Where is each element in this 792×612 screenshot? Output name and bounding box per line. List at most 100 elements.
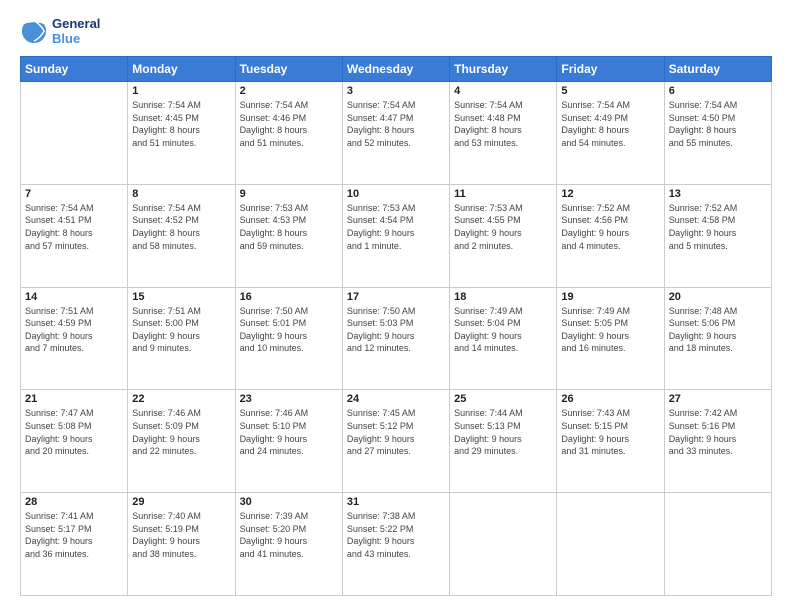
day-number: 4 <box>454 85 552 97</box>
day-number: 3 <box>347 85 445 97</box>
day-number: 26 <box>561 393 659 405</box>
day-info: Sunrise: 7:50 AMSunset: 5:01 PMDaylight:… <box>240 305 338 355</box>
logo-text: General Blue <box>52 16 100 46</box>
day-number: 21 <box>25 393 123 405</box>
week-row-1: 1 Sunrise: 7:54 AMSunset: 4:45 PMDaylight… <box>21 82 772 185</box>
day-info: Sunrise: 7:54 AMSunset: 4:50 PMDaylight:… <box>669 99 767 149</box>
calendar-cell: 28 Sunrise: 7:41 AMSunset: 5:17 PMDayligh… <box>21 493 128 596</box>
day-number: 9 <box>240 188 338 200</box>
day-number: 19 <box>561 291 659 303</box>
calendar-cell <box>21 82 128 185</box>
calendar-cell: 20 Sunrise: 7:48 AMSunset: 5:06 PMDayligh… <box>664 287 771 390</box>
day-info: Sunrise: 7:49 AMSunset: 5:04 PMDaylight:… <box>454 305 552 355</box>
weekday-header-monday: Monday <box>128 57 235 82</box>
day-info: Sunrise: 7:39 AMSunset: 5:20 PMDaylight:… <box>240 510 338 560</box>
calendar-cell: 15 Sunrise: 7:51 AMSunset: 5:00 PMDayligh… <box>128 287 235 390</box>
day-info: Sunrise: 7:52 AMSunset: 4:58 PMDaylight:… <box>669 202 767 252</box>
day-number: 24 <box>347 393 445 405</box>
calendar-cell <box>450 493 557 596</box>
calendar-cell: 1 Sunrise: 7:54 AMSunset: 4:45 PMDaylight… <box>128 82 235 185</box>
calendar-cell: 3 Sunrise: 7:54 AMSunset: 4:47 PMDaylight… <box>342 82 449 185</box>
day-number: 29 <box>132 496 230 508</box>
day-number: 5 <box>561 85 659 97</box>
day-number: 16 <box>240 291 338 303</box>
calendar-cell: 12 Sunrise: 7:52 AMSunset: 4:56 PMDayligh… <box>557 184 664 287</box>
weekday-header-wednesday: Wednesday <box>342 57 449 82</box>
day-info: Sunrise: 7:54 AMSunset: 4:46 PMDaylight:… <box>240 99 338 149</box>
day-info: Sunrise: 7:54 AMSunset: 4:45 PMDaylight:… <box>132 99 230 149</box>
day-info: Sunrise: 7:43 AMSunset: 5:15 PMDaylight:… <box>561 407 659 457</box>
day-info: Sunrise: 7:42 AMSunset: 5:16 PMDaylight:… <box>669 407 767 457</box>
day-info: Sunrise: 7:40 AMSunset: 5:19 PMDaylight:… <box>132 510 230 560</box>
day-info: Sunrise: 7:49 AMSunset: 5:05 PMDaylight:… <box>561 305 659 355</box>
day-info: Sunrise: 7:53 AMSunset: 4:55 PMDaylight:… <box>454 202 552 252</box>
day-number: 12 <box>561 188 659 200</box>
weekday-header-thursday: Thursday <box>450 57 557 82</box>
calendar-cell: 9Sunrise: 7:53 AMSunset: 4:53 PMDaylight… <box>235 184 342 287</box>
logo: General Blue <box>20 16 100 46</box>
calendar-cell: 10 Sunrise: 7:53 AMSunset: 4:54 PMDayligh… <box>342 184 449 287</box>
week-row-4: 21Sunrise: 7:47 AMSunset: 5:08 PMDayligh… <box>21 390 772 493</box>
day-info: Sunrise: 7:54 AMSunset: 4:47 PMDaylight:… <box>347 99 445 149</box>
day-number: 17 <box>347 291 445 303</box>
day-info: Sunrise: 7:51 AMSunset: 4:59 PMDaylight:… <box>25 305 123 355</box>
calendar-cell: 27 Sunrise: 7:42 AMSunset: 5:16 PMDayligh… <box>664 390 771 493</box>
day-number: 27 <box>669 393 767 405</box>
day-info: Sunrise: 7:46 AMSunset: 5:10 PMDaylight:… <box>240 407 338 457</box>
calendar-cell: 22 Sunrise: 7:46 AMSunset: 5:09 PMDayligh… <box>128 390 235 493</box>
day-info: Sunrise: 7:54 AMSunset: 4:49 PMDaylight:… <box>561 99 659 149</box>
calendar-cell: 31 Sunrise: 7:38 AMSunset: 5:22 PMDayligh… <box>342 493 449 596</box>
calendar-cell: 24Sunrise: 7:45 AMSunset: 5:12 PMDayligh… <box>342 390 449 493</box>
day-number: 15 <box>132 291 230 303</box>
calendar-cell: 6Sunrise: 7:54 AMSunset: 4:50 PMDaylight… <box>664 82 771 185</box>
day-info: Sunrise: 7:53 AMSunset: 4:54 PMDaylight:… <box>347 202 445 252</box>
calendar-cell: 26 Sunrise: 7:43 AMSunset: 5:15 PMDayligh… <box>557 390 664 493</box>
day-info: Sunrise: 7:54 AMSunset: 4:51 PMDaylight:… <box>25 202 123 252</box>
logo-icon <box>20 17 48 45</box>
week-row-5: 28 Sunrise: 7:41 AMSunset: 5:17 PMDayligh… <box>21 493 772 596</box>
day-number: 31 <box>347 496 445 508</box>
day-info: Sunrise: 7:51 AMSunset: 5:00 PMDaylight:… <box>132 305 230 355</box>
day-number: 18 <box>454 291 552 303</box>
day-number: 28 <box>25 496 123 508</box>
day-number: 2 <box>240 85 338 97</box>
day-number: 10 <box>347 188 445 200</box>
calendar-cell <box>664 493 771 596</box>
day-info: Sunrise: 7:54 AMSunset: 4:48 PMDaylight:… <box>454 99 552 149</box>
day-number: 13 <box>669 188 767 200</box>
weekday-header-row: SundayMondayTuesdayWednesdayThursdayFrid… <box>21 57 772 82</box>
calendar-cell: 7 Sunrise: 7:54 AMSunset: 4:51 PMDaylight… <box>21 184 128 287</box>
calendar-cell: 5 Sunrise: 7:54 AMSunset: 4:49 PMDaylight… <box>557 82 664 185</box>
page: General Blue SundayMondayTuesdayWednesda… <box>0 0 792 612</box>
weekday-header-sunday: Sunday <box>21 57 128 82</box>
calendar-cell: 19 Sunrise: 7:49 AMSunset: 5:05 PMDayligh… <box>557 287 664 390</box>
calendar-cell: 16 Sunrise: 7:50 AMSunset: 5:01 PMDayligh… <box>235 287 342 390</box>
calendar-cell: 18 Sunrise: 7:49 AMSunset: 5:04 PMDayligh… <box>450 287 557 390</box>
calendar-cell: 25 Sunrise: 7:44 AMSunset: 5:13 PMDayligh… <box>450 390 557 493</box>
day-number: 1 <box>132 85 230 97</box>
weekday-header-friday: Friday <box>557 57 664 82</box>
day-info: Sunrise: 7:54 AMSunset: 4:52 PMDaylight:… <box>132 202 230 252</box>
calendar-cell: 17 Sunrise: 7:50 AMSunset: 5:03 PMDayligh… <box>342 287 449 390</box>
calendar-cell: 30Sunrise: 7:39 AMSunset: 5:20 PMDayligh… <box>235 493 342 596</box>
day-info: Sunrise: 7:46 AMSunset: 5:09 PMDaylight:… <box>132 407 230 457</box>
day-number: 25 <box>454 393 552 405</box>
day-info: Sunrise: 7:44 AMSunset: 5:13 PMDaylight:… <box>454 407 552 457</box>
day-info: Sunrise: 7:50 AMSunset: 5:03 PMDaylight:… <box>347 305 445 355</box>
day-number: 7 <box>25 188 123 200</box>
day-number: 8 <box>132 188 230 200</box>
day-info: Sunrise: 7:48 AMSunset: 5:06 PMDaylight:… <box>669 305 767 355</box>
calendar-cell: 4 Sunrise: 7:54 AMSunset: 4:48 PMDaylight… <box>450 82 557 185</box>
calendar-cell: 23 Sunrise: 7:46 AMSunset: 5:10 PMDayligh… <box>235 390 342 493</box>
day-number: 11 <box>454 188 552 200</box>
week-row-2: 7 Sunrise: 7:54 AMSunset: 4:51 PMDaylight… <box>21 184 772 287</box>
calendar-cell: 13 Sunrise: 7:52 AMSunset: 4:58 PMDayligh… <box>664 184 771 287</box>
day-info: Sunrise: 7:52 AMSunset: 4:56 PMDaylight:… <box>561 202 659 252</box>
calendar-table: SundayMondayTuesdayWednesdayThursdayFrid… <box>20 56 772 596</box>
day-info: Sunrise: 7:41 AMSunset: 5:17 PMDaylight:… <box>25 510 123 560</box>
day-number: 23 <box>240 393 338 405</box>
calendar-cell: 29 Sunrise: 7:40 AMSunset: 5:19 PMDayligh… <box>128 493 235 596</box>
day-number: 22 <box>132 393 230 405</box>
day-number: 20 <box>669 291 767 303</box>
day-info: Sunrise: 7:38 AMSunset: 5:22 PMDaylight:… <box>347 510 445 560</box>
